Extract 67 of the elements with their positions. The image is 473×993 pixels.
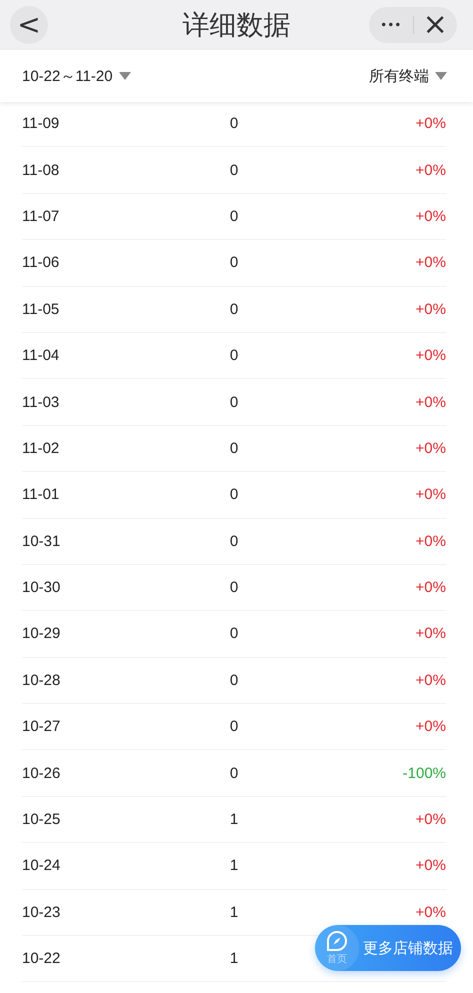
change-cell-text: -100% [402, 764, 446, 782]
date-cell-text: 10-30 [22, 579, 62, 596]
value-cell-text: 0 [228, 440, 240, 457]
home-label: 首页 [327, 953, 347, 966]
change-cell-text: +0% [414, 394, 446, 411]
date-cell-text: 10-28 [22, 672, 62, 689]
date-cell-text: 10-23 [22, 904, 62, 921]
value-cell-text: 0 [228, 579, 240, 596]
page-title: 详细数据 [182, 9, 290, 42]
date-cell-text: 11-03 [22, 394, 60, 411]
date-cell-text: 10-31 [22, 532, 62, 550]
change-cell-text: +0% [414, 718, 446, 736]
date-cell-text: 10-26 [22, 764, 62, 782]
date-range-dropdown[interactable]: 10-22～11-20 [22, 66, 131, 86]
date-cell-text: 11-06 [22, 254, 60, 272]
date-cell-text: 11-04 [22, 347, 60, 364]
caret-icon [118, 72, 131, 80]
change-cell-text: +0% [414, 440, 446, 457]
caret-icon [435, 72, 447, 80]
date-cell-text: 10-22 [22, 950, 62, 968]
more-store-data-button[interactable]: 首页 更多店铺数据 [315, 925, 461, 971]
date-cell-text: 10-27 [22, 718, 62, 736]
value-cell-text: 1 [228, 904, 240, 921]
close-button[interactable]: × [414, 7, 457, 43]
value-cell-text: 0 [228, 764, 240, 782]
change-cell-text: +0% [414, 672, 446, 689]
compass-icon [326, 930, 348, 952]
date-cell-text: 11-02 [22, 440, 60, 457]
value-cell-text: 1 [228, 857, 240, 874]
value-cell-text: 0 [228, 625, 240, 642]
value-cell-text: 1 [228, 811, 240, 828]
change-cell-text: +0% [414, 300, 446, 318]
value-cell-text: 0 [228, 672, 240, 689]
value-cell-text: 0 [228, 115, 240, 132]
change-cell-text: +0% [414, 162, 446, 179]
change-cell-text: +0% [414, 811, 446, 828]
date-cell-text: 11-05 [22, 300, 60, 318]
date-cell-text: 11-09 [22, 115, 60, 132]
value-cell-text: 0 [228, 394, 240, 411]
change-cell-text: +0% [414, 625, 446, 642]
more-button[interactable]: ••• [369, 7, 412, 43]
back-button[interactable]: < [10, 6, 48, 44]
change-cell-text: +0% [414, 532, 446, 550]
value-cell-text: 0 [228, 208, 240, 225]
date-cell-text: 10-29 [22, 625, 62, 642]
date-cell-text: 11-01 [22, 486, 60, 504]
change-cell-text: +0% [414, 115, 446, 132]
change-cell-text: +0% [414, 208, 446, 225]
value-cell-text: 0 [228, 718, 240, 736]
change-cell-text: +0% [414, 579, 446, 596]
value-cell-text: 0 [228, 532, 240, 550]
value-cell-text: 0 [228, 486, 240, 504]
change-cell-text: +0% [414, 904, 446, 921]
value-cell-text: 0 [228, 162, 240, 179]
date-cell-text: 11-07 [22, 208, 60, 225]
value-cell-text: 1 [228, 950, 240, 968]
change-cell-text: +0% [414, 347, 446, 364]
change-cell-text: +0% [414, 857, 446, 874]
change-cell-text: +0% [414, 254, 446, 272]
terminal-dropdown[interactable]: 所有终端 [369, 66, 447, 86]
change-cell-text: +0% [414, 486, 446, 504]
date-cell-text: 10-24 [22, 857, 62, 874]
value-cell-text: 0 [228, 347, 240, 364]
date-cell-text: 11-08 [22, 162, 60, 179]
value-cell-text: 0 [228, 254, 240, 272]
date-cell-text: 10-25 [22, 811, 62, 828]
value-cell-text: 0 [228, 300, 240, 318]
